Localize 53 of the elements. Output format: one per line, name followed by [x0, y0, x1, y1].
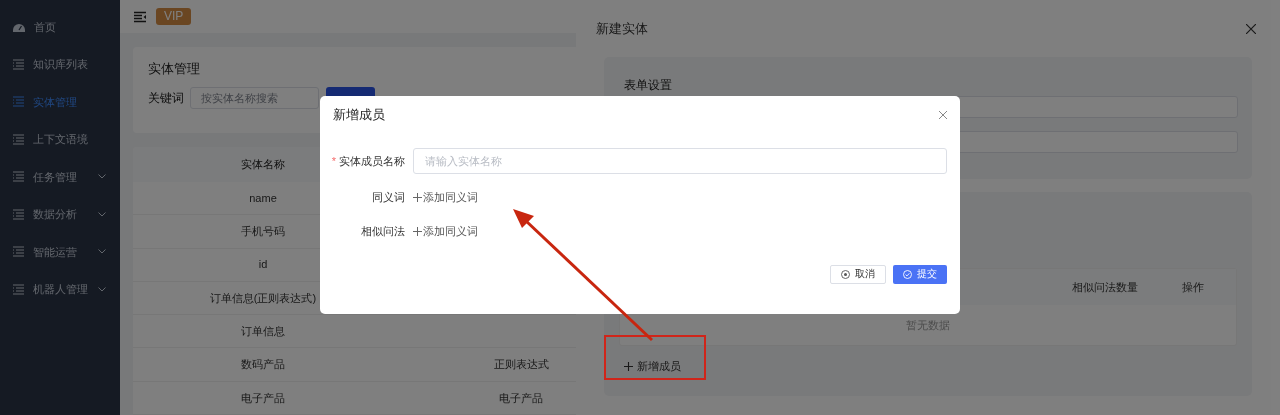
vip-badge: VIP: [156, 8, 192, 25]
field-label: 同义词: [372, 190, 405, 206]
dashboard-icon: [13, 21, 25, 32]
card-title: 实体管理: [148, 60, 201, 78]
table-cell-text: 数码产品: [241, 357, 285, 373]
add-synonym-link[interactable]: 添加同义词: [413, 189, 478, 206]
required-mark: *: [331, 153, 336, 169]
list-icon: [13, 171, 24, 183]
field-label: 相似问法: [361, 224, 405, 240]
modal-title: 新增成员: [333, 106, 385, 125]
list-icon: [13, 246, 24, 258]
table-cell-text: 正则表达式: [493, 357, 549, 373]
sidebar-item[interactable]: 知识库列表: [0, 45, 120, 83]
submit-button[interactable]: 提交: [893, 265, 947, 284]
list-icon: [13, 208, 24, 220]
menu-fold-icon[interactable]: [134, 10, 146, 23]
add-member-button[interactable]: 新增成员: [624, 358, 681, 375]
list-icon: [13, 96, 24, 108]
target-icon: [841, 270, 850, 279]
table-cell-text: name: [249, 190, 277, 206]
add-synonym-link[interactable]: 添加同义词: [413, 223, 478, 240]
sidebar-item[interactable]: 机器人管理: [0, 270, 120, 308]
plus-icon: [413, 193, 422, 202]
sidebar-item[interactable]: 任务管理: [0, 158, 120, 196]
check-circle-icon: [903, 270, 912, 279]
input-field[interactable]: 请输入实体名称: [413, 148, 947, 174]
search-field[interactable]: 按实体名称搜索: [190, 87, 319, 109]
card-title: 表单设置: [624, 77, 673, 93]
table-cell-text: id: [258, 257, 268, 273]
table-cell-text: 电子产品: [241, 390, 285, 406]
table-cell-text: 订单信息(正则表达式): [209, 290, 317, 306]
plus-icon: [413, 227, 422, 236]
list-icon: [13, 283, 24, 295]
cancel-button[interactable]: 取消: [830, 265, 886, 284]
sidebar-item[interactable]: 智能运营: [0, 233, 120, 271]
table-cell-text: 电子产品: [499, 390, 543, 406]
drawer-title: 新建实体: [596, 19, 648, 38]
column-header: 相似问法数量: [1072, 279, 1138, 295]
list-icon: [13, 133, 24, 145]
column-header: 操作: [1181, 279, 1204, 295]
close-icon[interactable]: [1246, 23, 1256, 34]
table-cell-text: 手机号码: [241, 224, 285, 240]
plus-icon: [624, 361, 633, 371]
table-cell-text: 订单信息: [241, 324, 285, 340]
sidebar-item[interactable]: 上下文语境: [0, 120, 120, 158]
keyword-label: 关键词: [148, 90, 184, 107]
list-icon: [13, 58, 24, 70]
close-icon[interactable]: [939, 111, 947, 119]
sidebar-item[interactable]: 数据分析: [0, 195, 120, 233]
column-header: 实体名称: [241, 157, 285, 173]
field-label: 实体成员名称: [339, 153, 405, 169]
sidebar-item[interactable]: 首页: [0, 8, 120, 46]
sidebar-item[interactable]: 实体管理: [0, 83, 120, 121]
